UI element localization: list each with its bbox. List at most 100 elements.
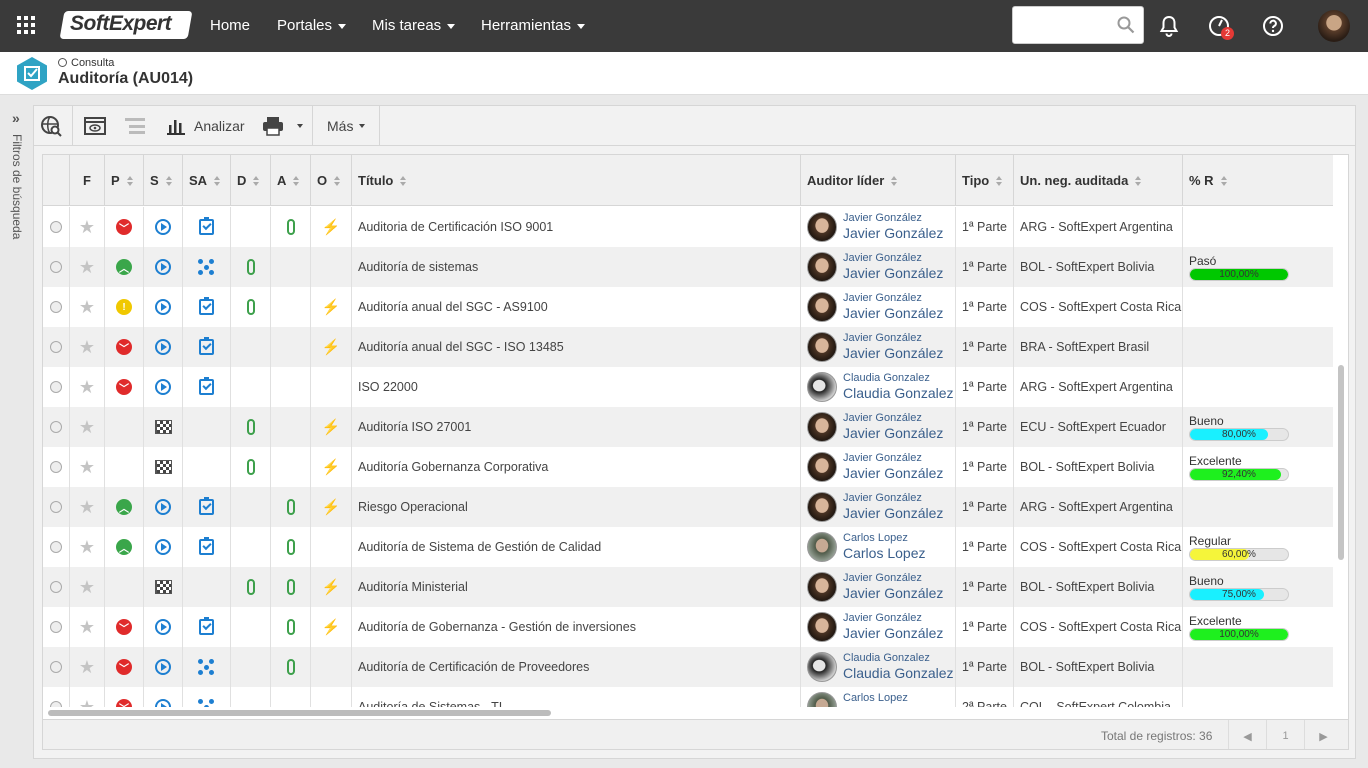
next-page-button[interactable]: ▶ [1304,720,1342,749]
vertical-scrollbar-thumb[interactable] [1338,365,1344,560]
table-row[interactable]: ★ ⚡ Auditoría Gobernanza Corporativa Javier… [43,447,1333,487]
row-select-radio[interactable] [50,501,62,513]
column-header-pct-r[interactable]: % R [1183,155,1333,206]
star-icon[interactable]: ★ [79,338,95,356]
attachment-icon[interactable] [246,259,255,275]
star-icon[interactable]: ★ [79,458,95,476]
previous-page-button[interactable]: ◀ [1228,720,1266,749]
nav-herramientas[interactable]: Herramientas [481,17,586,34]
auditor-name[interactable]: Javier González [843,345,943,362]
print-button[interactable] [262,106,312,146]
page-number[interactable]: 1 [1266,720,1304,749]
user-avatar[interactable] [1318,10,1350,42]
vertical-scrollbar[interactable] [1333,155,1348,715]
attachment-icon[interactable] [246,299,255,315]
auditor-lead[interactable]: Javier González Javier González [801,452,943,482]
bell-icon[interactable] [1157,14,1181,38]
star-icon[interactable]: ★ [79,258,95,276]
auditor-name[interactable]: Javier González [843,305,943,322]
table-row[interactable]: ★ ︿ Auditoría de Sistema de Gestión de Cal… [43,527,1333,567]
column-header-f[interactable]: F [70,155,105,206]
auditor-lead[interactable]: Carlos LopezCarlos Lopez [801,692,926,707]
row-select-radio[interactable] [50,301,62,313]
attachment-icon[interactable] [286,499,295,515]
star-icon[interactable]: ★ [79,658,95,676]
column-header-sa[interactable]: SA [183,155,231,206]
table-row[interactable]: ★ ﹀ ISO 22000 Claudia Gonzalez Claudia Gonza… [43,367,1333,407]
auditor-name[interactable]: Javier González [843,265,943,282]
column-header-s[interactable]: S [144,155,183,206]
row-select-radio[interactable] [50,621,62,633]
row-select-radio[interactable] [50,461,62,473]
column-header-titulo[interactable]: Título [352,155,801,206]
table-row[interactable]: ★ ⚡ Auditoría ISO 27001 Javier González Javi… [43,407,1333,447]
star-icon[interactable]: ★ [79,538,95,556]
auditor-name[interactable]: Javier González [843,225,943,242]
column-header-a[interactable]: A [271,155,311,206]
attachment-icon[interactable] [246,459,255,475]
view-record-button[interactable] [84,106,108,146]
auditor-lead[interactable]: Javier González Javier González [801,292,943,322]
nav-mis-tareas[interactable]: Mis tareas [372,17,456,34]
attachment-icon[interactable] [286,539,295,555]
search-icon[interactable] [1117,16,1135,34]
table-row[interactable]: ★ ﹀ ⚡ Auditoría de Gobernanza - Gestión de … [43,607,1333,647]
column-header-tipo[interactable]: Tipo [956,155,1014,206]
column-header-o[interactable]: O [311,155,352,206]
row-select-radio[interactable] [50,421,62,433]
table-row[interactable]: ★ ⚡ Auditoría Ministerial Javier González Ja… [43,567,1333,607]
star-icon[interactable]: ★ [79,698,95,707]
attachment-icon[interactable] [286,579,295,595]
double-chevron-right-icon[interactable]: » [12,110,20,126]
column-header-d[interactable]: D [231,155,271,206]
row-select-radio[interactable] [50,221,62,233]
attachment-icon[interactable] [286,659,295,675]
star-icon[interactable]: ★ [79,298,95,316]
search-filters-tab[interactable]: » Filtros de búsqueda [0,104,32,264]
star-icon[interactable]: ★ [79,618,95,636]
table-row[interactable]: ★ ︿ ⚡ Riesgo Operacional Javier González Javi… [43,487,1333,527]
column-header-auditor[interactable]: Auditor líder [801,155,956,206]
table-row[interactable]: ★ ﹀ ⚡ Auditoría anual del SGC - ISO 13485 Ja… [43,327,1333,367]
star-icon[interactable]: ★ [79,418,95,436]
attachment-icon[interactable] [246,579,255,595]
table-row[interactable]: ★ ﹀ Auditoría de Certificación de Proveedo… [43,647,1333,687]
auditor-name[interactable]: Javier González [843,585,943,602]
row-select-radio[interactable] [50,381,62,393]
search-input[interactable] [1019,7,1119,41]
star-icon[interactable]: ★ [79,498,95,516]
auditor-lead[interactable]: Javier González Javier González [801,332,943,362]
auditor-name[interactable]: Carlos Lopez [843,545,926,562]
auditor-name[interactable]: Javier González [843,465,943,482]
auditor-lead[interactable]: Javier González Javier González [801,612,943,642]
auditor-lead[interactable]: Javier González Javier González [801,412,943,442]
auditor-lead[interactable]: Claudia Gonzalez Claudia Gonzalez [801,652,954,682]
auditor-lead[interactable]: Carlos LopezCarlos Lopez [801,532,926,562]
nav-home[interactable]: Home [210,17,250,34]
column-header-p[interactable]: P [105,155,144,206]
auditor-name[interactable]: Javier González [843,425,943,442]
nav-portales[interactable]: Portales [277,17,347,34]
row-select-radio[interactable] [50,661,62,673]
more-button[interactable]: Más [327,106,372,146]
auditor-lead[interactable]: Javier González Javier González [801,252,943,282]
auditor-lead[interactable]: Javier González Javier González [801,492,943,522]
auditor-lead[interactable]: Javier González Javier González [801,572,943,602]
apps-grid-icon[interactable] [17,16,35,34]
row-select-radio[interactable] [50,541,62,553]
auditor-name[interactable]: Javier González [843,505,943,522]
analyze-button[interactable]: Analizar [166,106,256,146]
attachment-icon[interactable] [286,619,295,635]
horizontal-scrollbar-thumb[interactable] [48,710,551,716]
row-select-radio[interactable] [50,341,62,353]
auditor-lead[interactable]: Claudia Gonzalez Claudia Gonzalez [801,372,954,402]
star-icon[interactable]: ★ [79,578,95,596]
auditor-name[interactable]: Javier González [843,625,943,642]
table-row[interactable]: ★ ︿ Auditoría de sistemas Javier González Ja… [43,247,1333,287]
auditor-name[interactable]: Claudia Gonzalez [843,665,954,682]
column-header-unit[interactable]: Un. neg. auditada [1014,155,1183,206]
table-row[interactable]: ★ ﹀ Auditoría de Sistemas - TI Carlos Lopez… [43,687,1333,707]
attachment-icon[interactable] [246,419,255,435]
row-select-radio[interactable] [50,261,62,273]
auditor-name[interactable]: Claudia Gonzalez [843,385,954,402]
